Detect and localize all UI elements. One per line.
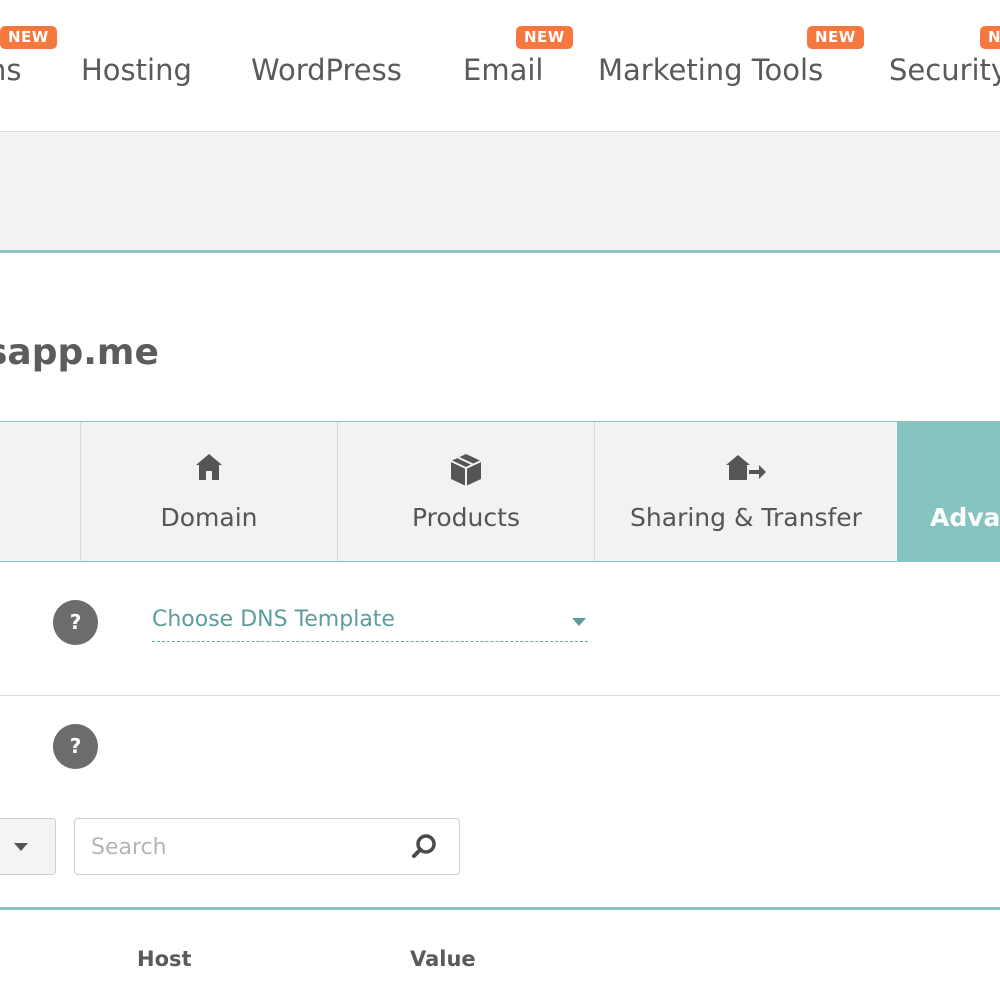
column-header-host: Host [137, 947, 192, 971]
dns-template-dropdown[interactable]: Choose DNS Template [152, 603, 588, 642]
tab-sharing-transfer[interactable]: Sharing & Transfer [594, 422, 897, 561]
home-icon [194, 452, 224, 486]
nav-item-hosting[interactable]: Hosting [81, 52, 192, 88]
table-top-border [0, 907, 1000, 910]
nav-item-marketing-tools[interactable]: Marketing Tools [598, 52, 823, 88]
header-band [0, 132, 1000, 253]
search-icon[interactable] [411, 833, 437, 863]
dns-template-label: Choose DNS Template [152, 607, 395, 632]
search-input[interactable] [89, 827, 393, 867]
tab-label: Products [412, 503, 520, 532]
chevron-down-icon [572, 618, 586, 626]
new-badge: NEW [807, 26, 864, 49]
tab-advanced-dns[interactable]: Advan [897, 422, 1000, 561]
tab-label: Domain [160, 503, 258, 532]
tab-label: Advan [930, 503, 1000, 532]
nav-item-security[interactable]: Security [889, 52, 1000, 88]
home-transfer-icon [725, 452, 767, 488]
column-header-value: Value [410, 947, 476, 971]
nav-item-email[interactable]: Email [463, 52, 543, 88]
help-icon[interactable]: ? [53, 724, 98, 769]
search-box [74, 818, 460, 875]
help-icon[interactable]: ? [53, 600, 98, 645]
top-navigation: NEW ns Hosting WordPress NEW Email NEW M… [0, 0, 1000, 132]
divider [0, 695, 1000, 696]
new-badge: NEW [0, 26, 57, 49]
tab-label: Sharing & Transfer [630, 503, 862, 532]
domain-title: sapp.me [0, 332, 159, 373]
new-badge: NEW [516, 26, 573, 49]
chevron-down-icon [14, 843, 28, 851]
package-icon [448, 452, 484, 492]
nav-item-wordpress[interactable]: WordPress [251, 52, 402, 88]
tab-domain[interactable]: Domain [80, 422, 337, 561]
domain-tabs: Domain Products Sharing & Transfer Advan [0, 421, 1000, 562]
tab-products[interactable]: Products [337, 422, 594, 561]
nav-item-domains[interactable]: ns [0, 52, 22, 88]
filter-dropdown-button[interactable] [0, 818, 56, 875]
new-badge: NEW [980, 26, 1000, 49]
